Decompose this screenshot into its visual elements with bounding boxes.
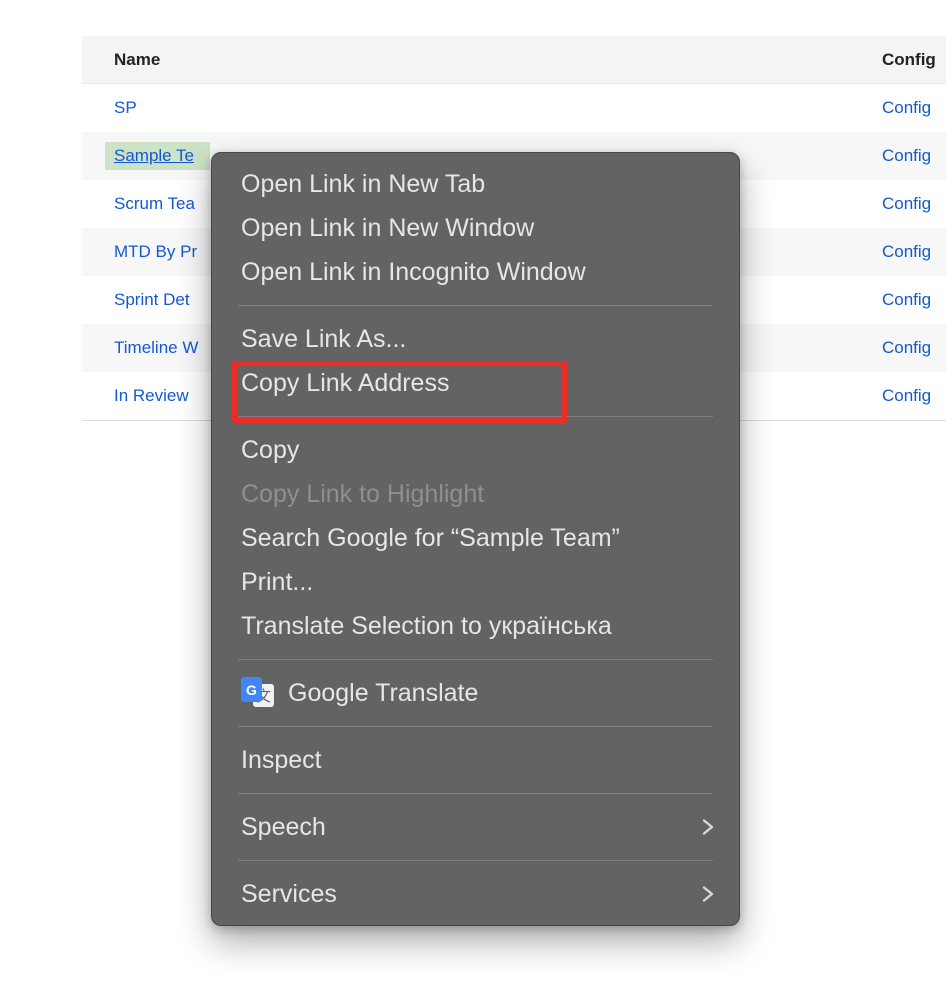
report-name-link[interactable]: Scrum Tea	[114, 194, 195, 213]
menu-item-label: Open Link in Incognito Window	[241, 258, 586, 287]
name-cell: Sprint Det	[82, 290, 190, 310]
menu-item-label: Services	[241, 880, 337, 909]
menu-item-label: Translate Selection to українська	[241, 612, 612, 641]
menu-item-label: Save Link As...	[241, 325, 406, 354]
google-translate-icon: 文G	[241, 677, 275, 709]
config-link[interactable]: Config	[882, 242, 931, 261]
menu-item-services[interactable]: Services	[212, 872, 739, 916]
menu-item-open-link-in-incognito-window[interactable]: Open Link in Incognito Window	[212, 250, 739, 294]
config-cell: Config	[882, 242, 931, 262]
config-link[interactable]: Config	[882, 290, 931, 309]
menu-item-copy-link-address[interactable]: Copy Link Address	[212, 361, 739, 405]
menu-item-label: Speech	[241, 813, 326, 842]
menu-item-copy[interactable]: Copy	[212, 428, 739, 472]
menu-item-label: Search Google for “Sample Team”	[241, 524, 620, 553]
menu-separator	[238, 305, 713, 306]
column-header-name: Name	[82, 50, 160, 70]
report-name-link[interactable]: In Review	[114, 386, 189, 405]
config-cell: Config	[882, 146, 931, 166]
context-menu: Open Link in New Tab Open Link in New Win…	[211, 152, 740, 926]
column-header-config: Config	[882, 50, 936, 70]
chevron-right-icon	[701, 882, 715, 906]
menu-separator	[238, 793, 713, 794]
menu-item-open-link-in-new-tab[interactable]: Open Link in New Tab	[212, 162, 739, 206]
menu-item-label: Google Translate	[288, 679, 478, 708]
report-name-link[interactable]: Sample Te	[105, 142, 210, 170]
menu-item-speech[interactable]: Speech	[212, 805, 739, 849]
config-cell: Config	[882, 98, 931, 118]
menu-separator	[238, 416, 713, 417]
config-link[interactable]: Config	[882, 338, 931, 357]
menu-separator	[238, 659, 713, 660]
menu-item-copy-link-to-highlight: Copy Link to Highlight	[212, 472, 739, 516]
menu-item-label: Inspect	[241, 746, 322, 775]
menu-item-search-google-for-sample-team[interactable]: Search Google for “Sample Team”	[212, 516, 739, 560]
name-cell: In Review	[82, 386, 189, 406]
config-link[interactable]: Config	[882, 98, 931, 117]
menu-item-label: Copy Link to Highlight	[241, 480, 484, 509]
menu-item-label: Open Link in New Window	[241, 214, 534, 243]
config-cell: Config	[882, 386, 931, 406]
menu-item-open-link-in-new-window[interactable]: Open Link in New Window	[212, 206, 739, 250]
menu-separator	[238, 860, 713, 861]
name-cell: MTD By Pr	[82, 242, 197, 262]
menu-item-label: Copy Link Address	[241, 369, 449, 398]
name-cell: Scrum Tea	[82, 194, 195, 214]
report-name-link[interactable]: SP	[114, 98, 137, 117]
config-cell: Config	[882, 290, 931, 310]
config-cell: Config	[882, 338, 931, 358]
menu-item-translate-selection-to[interactable]: Translate Selection to українська	[212, 604, 739, 648]
report-name-link[interactable]: MTD By Pr	[114, 242, 197, 261]
menu-item-print[interactable]: Print...	[212, 560, 739, 604]
name-cell: Sample Te	[82, 146, 210, 166]
table-row: SP Config	[82, 84, 946, 132]
config-link[interactable]: Config	[882, 386, 931, 405]
menu-item-label: Open Link in New Tab	[241, 170, 485, 199]
menu-separator	[238, 726, 713, 727]
config-link[interactable]: Config	[882, 146, 931, 165]
name-cell: Timeline W	[82, 338, 198, 358]
page: Name Config SP Config Sample Te Config Scrum…	[0, 0, 946, 998]
table-header-row: Name Config	[82, 36, 946, 84]
report-name-link[interactable]: Sprint Det	[114, 290, 190, 309]
report-name-link[interactable]: Timeline W	[114, 338, 198, 357]
menu-item-label: Copy	[241, 436, 299, 465]
chevron-right-icon	[701, 815, 715, 839]
config-link[interactable]: Config	[882, 194, 931, 213]
menu-item-inspect[interactable]: Inspect	[212, 738, 739, 782]
menu-item-google-translate[interactable]: 文G Google Translate	[212, 671, 739, 715]
config-cell: Config	[882, 194, 931, 214]
name-cell: SP	[82, 98, 137, 118]
menu-item-save-link-as[interactable]: Save Link As...	[212, 317, 739, 361]
menu-item-label: Print...	[241, 568, 313, 597]
